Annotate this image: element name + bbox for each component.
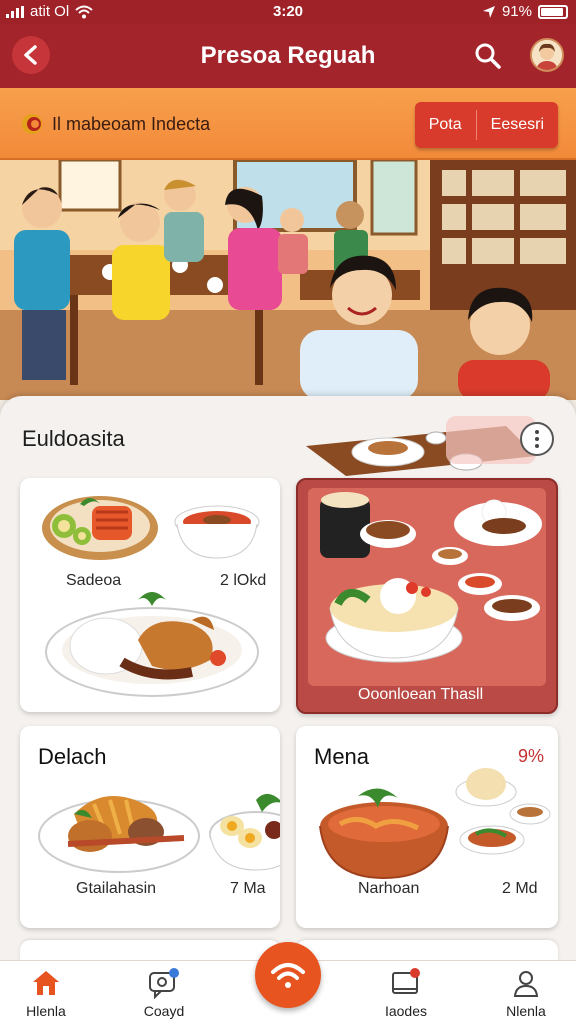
noodle-platter-image [38, 796, 200, 873]
restaurant-scene-image [0, 160, 576, 400]
orders-icon [392, 968, 420, 994]
more-options-button[interactable] [520, 422, 554, 456]
featured-card-label: Ooonloean Thasll [358, 686, 484, 703]
status-bar: atit Ol 3:20 91% [0, 0, 576, 24]
promo-banner: Il mabeoam Indecta Pota Eesesri [0, 88, 576, 160]
nav-item-orders[interactable]: Iaodes [356, 967, 456, 1019]
wifi-signal-icon [271, 963, 305, 988]
search-button[interactable] [470, 38, 506, 74]
avatar-image [532, 40, 562, 70]
table-setting-image [306, 416, 536, 476]
banner-text: Il mabeoam Indecta [52, 114, 211, 134]
egg-salad-bowl-image [209, 794, 280, 871]
chat-icon [149, 968, 179, 999]
card-title: Delach [38, 744, 107, 769]
nav-item-profile[interactable]: Nlenla [476, 967, 576, 1019]
nav-label: Nlenla [506, 1003, 546, 1019]
home-icon [33, 971, 59, 995]
app-header: Presoa Reguah [0, 24, 576, 88]
nav-item-chat[interactable]: Coayd [114, 967, 214, 1019]
food-card[interactable]: Sadeoa 2 lOkd [20, 478, 280, 712]
profile-icon [513, 971, 539, 997]
nav-label: Iaodes [384, 1003, 428, 1019]
nav-label: Coayd [143, 1003, 185, 1019]
featured-image-panel [308, 488, 546, 686]
card-label: Narhoan [358, 880, 420, 897]
featured-food-card[interactable]: Ooonloean Thasll [296, 478, 558, 714]
food-card[interactable]: Delach Gtailahasin 7 Ma [20, 726, 280, 928]
nav-item-home[interactable]: Hlenla [0, 967, 96, 1019]
card-title: Mena [314, 744, 370, 769]
dot [535, 430, 539, 434]
center-action-button[interactable] [255, 942, 321, 1008]
grilled-plate-image [42, 496, 158, 560]
food-card[interactable]: Mena 9% Narhoan 2 Md [296, 726, 558, 928]
red-noodle-bowl-image [319, 788, 449, 880]
hero-illustration [0, 160, 576, 400]
rice-chicken-plate-image [45, 592, 259, 697]
banner-button-group: Pota Eesesri [414, 102, 558, 148]
search-icon [475, 43, 501, 69]
dot [535, 437, 539, 441]
card-label: Gtailahasin [76, 880, 157, 897]
section-title: Euldoasita [22, 426, 125, 451]
content-sheet: Euldoasita Sadeoa 2 lOkd Ooonloean Thasl… [0, 396, 576, 960]
battery-percent: 91% [501, 3, 532, 20]
banner-button-right[interactable]: Eesesri [477, 102, 558, 148]
soup-bowl-image [174, 505, 260, 559]
user-avatar[interactable] [530, 38, 564, 72]
nav-label: Hlenla [26, 1003, 66, 1019]
card-price: 2 Md [502, 880, 538, 897]
banner-button-left[interactable]: Pota [415, 102, 476, 148]
battery-icon [538, 4, 568, 19]
location-arrow-icon [482, 5, 495, 18]
card-price: 7 Ma [230, 880, 266, 897]
rice-feast-image [320, 492, 542, 663]
side-dishes-image [455, 768, 551, 855]
dot [535, 444, 539, 448]
brand-logo-icon [22, 114, 42, 134]
